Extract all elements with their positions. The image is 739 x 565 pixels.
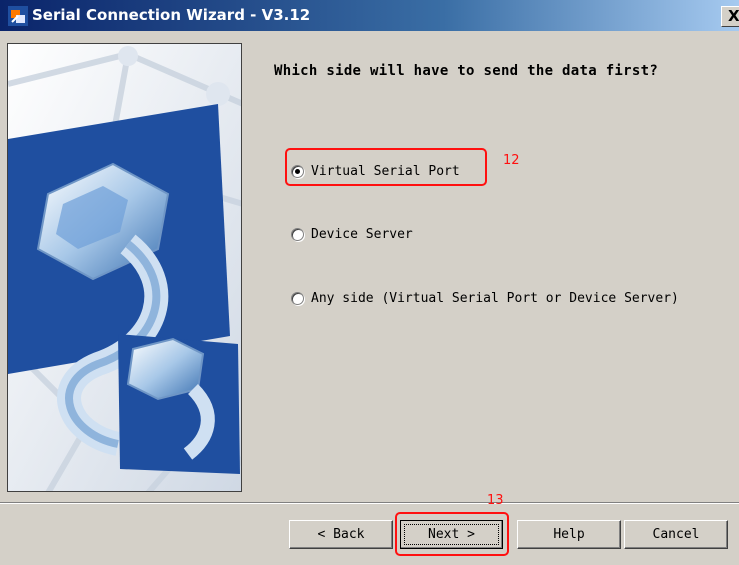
- annotation-number: 12: [503, 153, 520, 168]
- annotation-box-option: [285, 148, 487, 186]
- option-device-server[interactable]: Device Server: [291, 223, 413, 245]
- window-title: Serial Connection Wizard - V3.12: [32, 6, 311, 24]
- annotation-number: 13: [487, 493, 504, 508]
- radio-device-server[interactable]: [291, 227, 304, 241]
- help-button[interactable]: Help: [517, 520, 621, 549]
- close-button[interactable]: X: [721, 6, 739, 27]
- option-label: Any side (Virtual Serial Port or Device …: [311, 290, 679, 306]
- divider: [0, 502, 739, 504]
- option-any-side[interactable]: Any side (Virtual Serial Port or Device …: [291, 287, 679, 309]
- cancel-button[interactable]: Cancel: [624, 520, 728, 549]
- wizard-side-image: [7, 43, 242, 492]
- serial-cable-illustration: [8, 44, 241, 491]
- plug-icon: [8, 6, 28, 26]
- radio-any-side[interactable]: [291, 291, 304, 305]
- annotation-box-next: [395, 512, 509, 556]
- wizard-window: Serial Connection Wizard - V3.12 X Which…: [0, 0, 739, 565]
- title-bar[interactable]: Serial Connection Wizard - V3.12 X: [0, 0, 739, 31]
- option-label: Device Server: [311, 226, 413, 242]
- wizard-question: Which side will have to send the data fi…: [274, 63, 659, 79]
- back-button[interactable]: < Back: [289, 520, 393, 549]
